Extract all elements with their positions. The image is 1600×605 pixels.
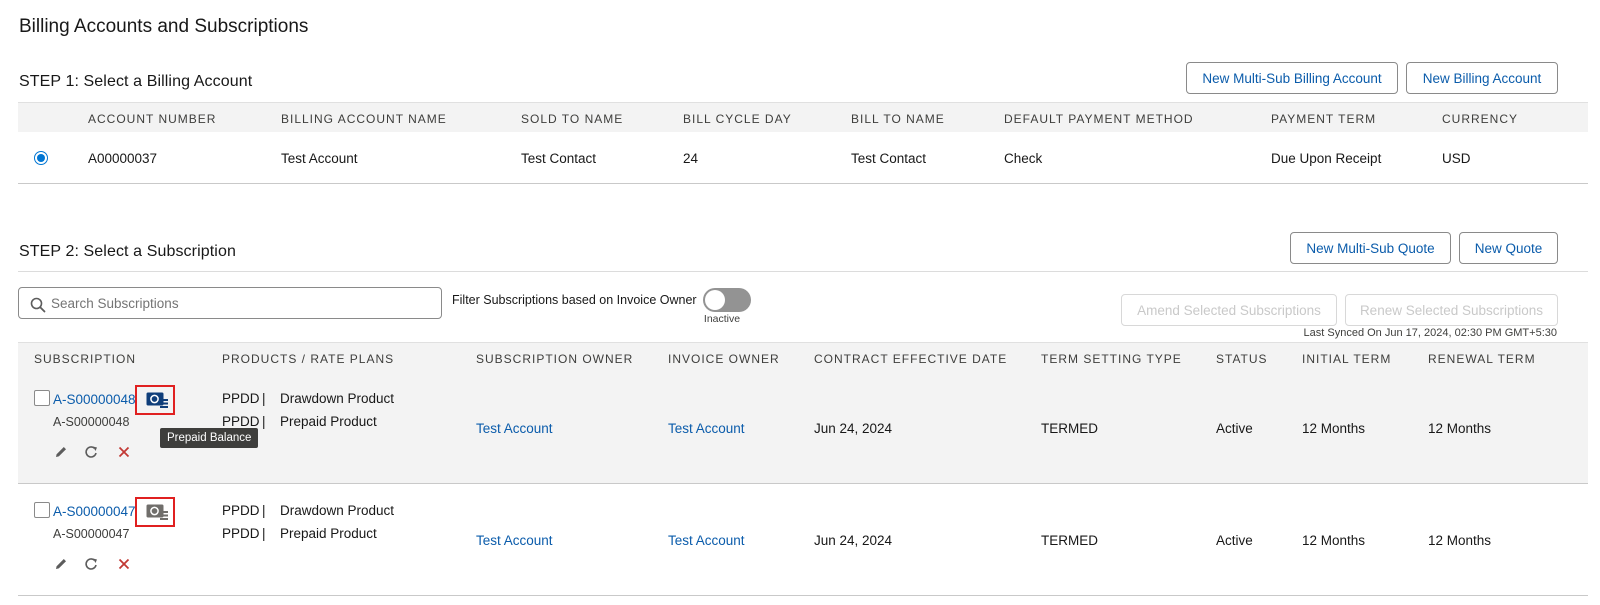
col-bill-to-name[interactable]: BILL TO NAME — [851, 112, 945, 126]
step1-title: STEP 1: Select a Billing Account — [19, 73, 253, 90]
col-contract-effective-date[interactable]: CONTRACT EFFECTIVE DATE — [814, 352, 1007, 366]
col-billing-account-name[interactable]: BILLING ACCOUNT NAME — [281, 112, 447, 126]
plan-name: Prepaid Product — [280, 526, 377, 541]
currency: USD — [1442, 151, 1471, 166]
col-account-number[interactable]: ACCOUNT NUMBER — [88, 112, 216, 126]
plan-code: PPDD — [222, 391, 260, 406]
prepaid-balance-icon — [146, 504, 168, 520]
plan-separator: | — [262, 503, 266, 518]
amend-selected-button[interactable]: Amend Selected Subscriptions — [1121, 294, 1337, 326]
subscription-owner-link[interactable]: Test Account — [476, 421, 553, 436]
row-actions — [53, 556, 143, 572]
billing-account-name: Test Account — [281, 151, 358, 166]
col-default-payment-method[interactable]: DEFAULT PAYMENT METHOD — [1004, 112, 1194, 126]
plan-code: PPDD — [222, 503, 260, 518]
step2-divider — [18, 271, 1588, 272]
close-icon[interactable] — [116, 556, 132, 572]
plan-separator: | — [262, 391, 266, 406]
col-sold-to-name[interactable]: SOLD TO NAME — [521, 112, 623, 126]
invoice-owner-link[interactable]: Test Account — [668, 421, 745, 436]
plan-separator: | — [262, 526, 266, 541]
redo-icon[interactable] — [84, 556, 100, 572]
col-currency[interactable]: CURRENCY — [1442, 112, 1518, 126]
search-icon — [30, 297, 46, 313]
renew-selected-button[interactable]: Renew Selected Subscriptions — [1345, 294, 1558, 326]
subscription-id: A-S00000048 — [53, 415, 130, 429]
plan-separator: | — [262, 414, 266, 429]
term-setting-type: TERMED — [1041, 533, 1098, 548]
subscription-id: A-S00000047 — [53, 527, 130, 541]
search-subscriptions[interactable] — [18, 287, 442, 319]
col-invoice-owner[interactable]: INVOICE OWNER — [668, 352, 780, 366]
col-bill-cycle-day[interactable]: BILL CYCLE DAY — [683, 112, 792, 126]
subscription-row: A-S00000047 A-S00000047 PPDD | Drawdown Pr… — [18, 484, 1588, 596]
col-payment-term[interactable]: PAYMENT TERM — [1271, 112, 1376, 126]
subscription-link[interactable]: A-S00000048 — [53, 392, 136, 407]
prepaid-balance-tooltip: Prepaid Balance — [160, 428, 259, 448]
sold-to-name: Test Contact — [521, 151, 597, 166]
new-multi-sub-billing-account-button[interactable]: New Multi-Sub Billing Account — [1186, 62, 1398, 94]
plan-name: Prepaid Product — [280, 414, 377, 429]
status: Active — [1216, 421, 1253, 436]
new-quote-button[interactable]: New Quote — [1459, 232, 1558, 264]
invoice-owner-link[interactable]: Test Account — [668, 533, 745, 548]
col-subscription-owner[interactable]: SUBSCRIPTION OWNER — [476, 352, 633, 366]
filter-invoice-owner-label: Filter Subscriptions based on Invoice Ow… — [452, 293, 697, 307]
term-setting-type: TERMED — [1041, 421, 1098, 436]
page-title: Billing Accounts and Subscriptions — [19, 16, 309, 37]
status: Active — [1216, 533, 1253, 548]
payment-term: Due Upon Receipt — [1271, 151, 1382, 166]
new-multi-sub-quote-button[interactable]: New Multi-Sub Quote — [1290, 232, 1451, 264]
billing-account-radio[interactable] — [34, 151, 48, 165]
row-actions — [53, 444, 143, 460]
plan-code: PPDD — [222, 526, 260, 541]
billing-table-header: ACCOUNT NUMBER BILLING ACCOUNT NAME SOLD… — [18, 102, 1588, 132]
filter-invoice-owner-toggle[interactable] — [703, 288, 751, 312]
redo-icon[interactable] — [84, 444, 100, 460]
search-input[interactable] — [51, 294, 431, 312]
contract-effective-date: Jun 24, 2024 — [814, 421, 893, 436]
last-synced: Last Synced On Jun 17, 2024, 02:30 PM GM… — [1303, 327, 1557, 339]
plan-name: Drawdown Product — [280, 503, 395, 518]
rate-plan-line: PPDD | Prepaid Product — [222, 526, 377, 541]
col-term-setting-type[interactable]: TERM SETTING TYPE — [1041, 352, 1182, 366]
subscription-checkbox[interactable] — [34, 390, 50, 406]
col-renewal-term[interactable]: RENEWAL TERM — [1428, 352, 1536, 366]
plan-code: PPDD — [222, 414, 260, 429]
prepaid-balance-highlight[interactable] — [135, 385, 175, 415]
rate-plan-line: PPDD | Prepaid Product — [222, 414, 377, 429]
step2-title: STEP 2: Select a Subscription — [19, 243, 236, 260]
account-number: A00000037 — [88, 151, 158, 166]
initial-term: 12 Months — [1302, 421, 1366, 436]
toggle-state-label: Inactive — [703, 313, 741, 325]
default-payment-method: Check — [1004, 151, 1043, 166]
renewal-term: 12 Months — [1428, 533, 1492, 548]
bill-cycle-day: 24 — [683, 151, 699, 166]
plan-name: Drawdown Product — [280, 391, 395, 406]
col-initial-term[interactable]: INITIAL TERM — [1302, 352, 1391, 366]
col-subscription[interactable]: SUBSCRIPTION — [34, 352, 136, 366]
contract-effective-date: Jun 24, 2024 — [814, 533, 893, 548]
prepaid-balance-icon — [146, 392, 168, 408]
subscription-owner-link[interactable]: Test Account — [476, 533, 553, 548]
subscription-link[interactable]: A-S00000047 — [53, 504, 136, 519]
rate-plan-line: PPDD | Drawdown Product — [222, 391, 394, 406]
billing-account-row[interactable]: A00000037 Test Account Test Contact 24 T… — [18, 132, 1588, 184]
initial-term: 12 Months — [1302, 533, 1366, 548]
col-status[interactable]: STATUS — [1216, 352, 1268, 366]
pencil-icon[interactable] — [53, 556, 69, 572]
renewal-term: 12 Months — [1428, 421, 1492, 436]
subscription-table-header: SUBSCRIPTION PRODUCTS / RATE PLANS SUBSC… — [18, 342, 1588, 372]
close-icon[interactable] — [116, 444, 132, 460]
subscription-checkbox[interactable] — [34, 502, 50, 518]
pencil-icon[interactable] — [53, 444, 69, 460]
new-billing-account-button[interactable]: New Billing Account — [1406, 62, 1558, 94]
col-products-rate-plans[interactable]: PRODUCTS / RATE PLANS — [222, 352, 394, 366]
bill-to-name: Test Contact — [851, 151, 927, 166]
prepaid-balance-highlight[interactable] — [135, 497, 175, 527]
rate-plan-line: PPDD | Drawdown Product — [222, 503, 394, 518]
